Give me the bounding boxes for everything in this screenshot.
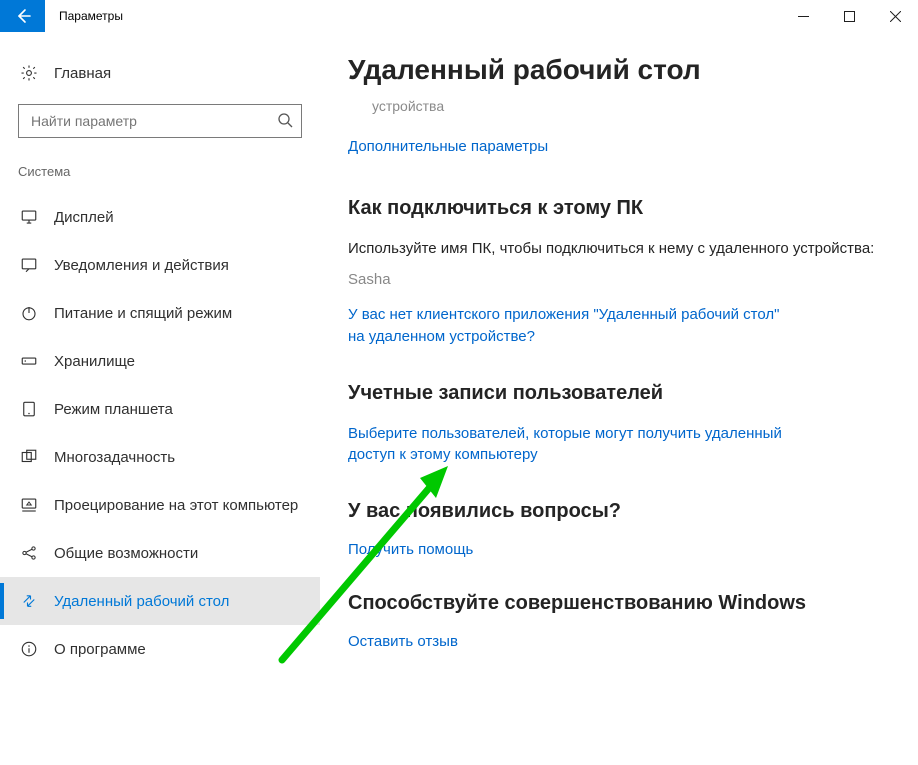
minimize-button[interactable] [780,0,826,32]
no-client-link[interactable]: У вас нет клиентского приложения "Удален… [348,304,788,348]
arrow-left-icon [15,8,31,24]
sidebar-item-about[interactable]: О программе [0,625,320,673]
title-bar: Параметры [0,0,918,32]
sidebar-item-label: Общие возможности [40,545,198,562]
sidebar-item-storage[interactable]: Хранилище [0,337,320,385]
back-button[interactable] [0,0,45,32]
content: Удаленный рабочий стол устройства Дополн… [320,32,918,765]
sidebar-item-remote[interactable]: Удаленный рабочий стол [0,577,320,625]
sidebar-item-label: О программе [40,641,146,658]
sidebar-item-home[interactable]: Главная [18,54,302,92]
feedback-link[interactable]: Оставить отзыв [348,633,458,650]
notifications-icon [18,256,40,274]
minimize-icon [798,11,809,22]
help-heading: У вас появились вопросы? [348,500,888,523]
sidebar-item-label: Питание и спящий режим [40,305,232,322]
sidebar-item-shared[interactable]: Общие возможности [0,529,320,577]
connect-section: Как подключиться к этому ПК Используйте … [348,197,888,348]
search-icon [277,112,293,131]
close-icon [890,11,901,22]
sidebar-group-label: Система [18,164,302,179]
sidebar-item-multitask[interactable]: Многозадачность [0,433,320,481]
search-input[interactable] [29,106,277,136]
advanced-section: Дополнительные параметры [348,138,888,155]
feedback-section: Способствуйте совершенствованию Windows … [348,592,888,650]
users-section: Учетные записи пользователей Выберите по… [348,382,888,467]
window-controls [780,0,918,32]
sidebar-item-power[interactable]: Питание и спящий режим [0,289,320,337]
close-button[interactable] [872,0,918,32]
sidebar-item-label: Уведомления и действия [40,257,229,274]
sidebar-item-tablet[interactable]: Режим планшета [0,385,320,433]
help-section: У вас появились вопросы? Получить помощь [348,500,888,558]
advanced-settings-link[interactable]: Дополнительные параметры [348,138,548,155]
get-help-link[interactable]: Получить помощь [348,541,473,558]
sidebar: Главная Система Дисплей Уведо [0,32,320,765]
sidebar-item-label: Многозадачность [40,449,175,466]
users-heading: Учетные записи пользователей [348,382,888,405]
tablet-icon [18,400,40,418]
sidebar-item-display[interactable]: Дисплей [0,193,320,241]
maximize-icon [844,11,855,22]
connect-text: Используйте имя ПК, чтобы подключиться к… [348,238,888,259]
gear-icon [18,64,40,82]
sidebar-item-label: Проецирование на этот компьютер [40,497,298,514]
remote-desktop-icon [18,592,40,610]
sidebar-item-notifications[interactable]: Уведомления и действия [0,241,320,289]
maximize-button[interactable] [826,0,872,32]
connect-heading: Как подключиться к этому ПК [348,197,888,220]
settings-window: Параметры Главная [0,0,918,765]
shared-icon [18,544,40,562]
projecting-icon [18,496,40,514]
feedback-heading: Способствуйте совершенствованию Windows [348,592,888,615]
storage-icon [18,352,40,370]
sidebar-item-label: Хранилище [40,353,135,370]
search-input-wrapper[interactable] [18,104,302,138]
sidebar-item-label: Дисплей [40,209,114,226]
window-title: Параметры [45,9,123,23]
body: Главная Система Дисплей Уведо [0,32,918,765]
page-title: Удаленный рабочий стол [348,54,888,86]
devices-label: устройства [348,98,888,114]
sidebar-home-label: Главная [40,65,111,82]
pc-name: Sasha [348,271,888,288]
display-icon [18,208,40,226]
sidebar-item-label: Удаленный рабочий стол [40,593,229,610]
power-icon [18,304,40,322]
select-users-link[interactable]: Выберите пользователей, которые могут по… [348,423,788,467]
info-icon [18,640,40,658]
sidebar-item-projecting[interactable]: Проецирование на этот компьютер [0,481,320,529]
multitask-icon [18,448,40,466]
sidebar-item-label: Режим планшета [40,401,173,418]
